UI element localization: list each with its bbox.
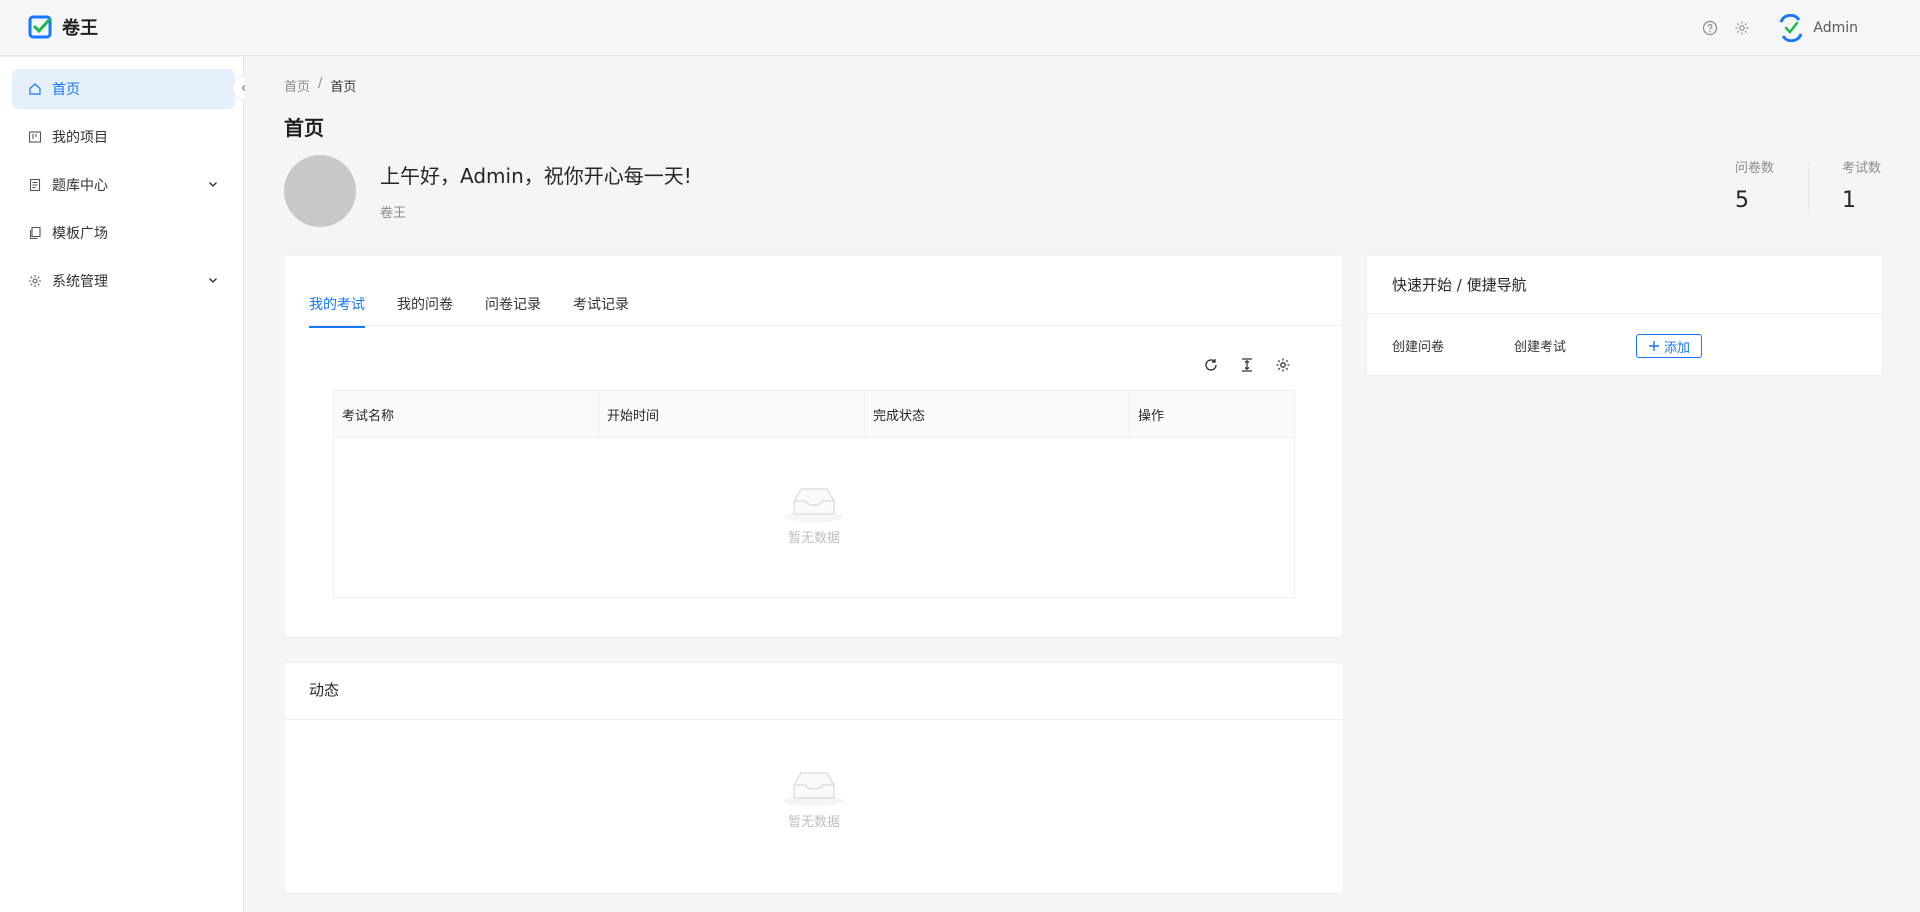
empty-state: 暂无数据 [334, 481, 1294, 546]
sidebar-item-label: 我的项目 [52, 130, 108, 146]
sidebar-item-question-bank[interactable]: 题库中心 [12, 165, 235, 205]
stat-value: 5 [1735, 188, 1749, 213]
sidebar-item-template-plaza[interactable]: 模板广场 [12, 213, 235, 253]
stat-divider [1808, 162, 1809, 212]
home-icon [28, 82, 42, 96]
tab-exam-records[interactable]: 考试记录 [573, 294, 629, 328]
top-header: 卷王 Admin [0, 0, 1920, 56]
project-board-icon [28, 130, 42, 144]
empty-inbox-icon [784, 772, 844, 806]
logo-icon [28, 15, 52, 39]
add-button[interactable]: 添加 [1636, 334, 1702, 358]
table-header: 考试名称 开始时间 完成状态 操作 [334, 391, 1294, 438]
sidebar-item-label: 首页 [52, 82, 80, 98]
chevron-down-icon [209, 278, 217, 283]
empty-text: 暂无数据 [787, 531, 840, 546]
sidebar-item-system-management[interactable]: 系统管理 [12, 261, 235, 301]
exam-card: 我的考试 我的问卷 问卷记录 考试记录 考试名称 开始时间 完成状态 操作 暂无… [284, 255, 1344, 638]
quick-start-card: 快速开始 / 便捷导航 创建问卷 创建考试 添加 [1366, 255, 1883, 376]
sidebar-item-label: 模板广场 [52, 226, 108, 242]
empty-inbox-icon [784, 488, 844, 522]
plus-icon [1648, 341, 1659, 351]
sidebar-item-my-projects[interactable]: 我的项目 [12, 117, 235, 157]
add-button-label: 添加 [1663, 340, 1690, 356]
card-title: 动态 [309, 681, 340, 699]
reload-icon[interactable] [1202, 356, 1220, 374]
settings-icon[interactable] [1274, 356, 1292, 374]
empty-state: 暂无数据 [285, 765, 1343, 830]
document-list-icon [28, 178, 42, 192]
copy-icon [28, 226, 42, 240]
stat-exam-count: 考试数 1 [1842, 157, 1881, 213]
help-icon[interactable] [1701, 19, 1719, 37]
sidebar: 首页 我的项目 题库中心 模板广场 系统管理 [0, 57, 244, 912]
user-name: Admin [1813, 20, 1858, 36]
tab-survey-records[interactable]: 问卷记录 [485, 294, 541, 328]
tabs-divider [309, 325, 1344, 326]
greeting-text: 上午好，Admin，祝你开心每一天! [380, 164, 692, 188]
stat-value: 1 [1842, 188, 1856, 213]
tab-my-exams[interactable]: 我的考试 [309, 294, 365, 328]
settings-gear-icon[interactable] [1733, 19, 1751, 37]
sidebar-item-label: 系统管理 [52, 274, 108, 290]
app-logo[interactable]: 卷王 [28, 14, 98, 40]
chevron-down-icon [209, 182, 217, 187]
breadcrumb-root[interactable]: 首页 [284, 76, 310, 95]
stat-label: 问卷数 [1735, 161, 1775, 176]
column-height-icon[interactable] [1238, 356, 1256, 374]
column-header[interactable]: 操作 [1130, 391, 1294, 437]
column-header[interactable]: 完成状态 [865, 391, 1130, 437]
create-survey-link[interactable]: 创建问卷 [1392, 336, 1444, 355]
user-menu[interactable]: Admin [1777, 14, 1858, 42]
exam-table: 考试名称 开始时间 完成状态 操作 暂无数据 [333, 390, 1295, 598]
app-title: 卷王 [62, 18, 98, 39]
column-header[interactable]: 开始时间 [599, 391, 865, 437]
breadcrumb-separator: / [318, 76, 323, 91]
column-header[interactable]: 考试名称 [334, 391, 599, 437]
sidebar-item-label: 题库中心 [52, 178, 108, 194]
stat-survey-count: 问卷数 5 [1735, 157, 1774, 213]
create-exam-link[interactable]: 创建考试 [1514, 336, 1566, 355]
user-avatar-icon [1779, 14, 1803, 42]
activity-card: 动态 暂无数据 [284, 662, 1344, 894]
gear-icon [28, 274, 42, 288]
table-toolbar [1202, 356, 1292, 374]
page-title: 首页 [284, 116, 324, 140]
breadcrumb: 首页 / 首页 [284, 76, 356, 95]
exam-tabs: 我的考试 我的问卷 问卷记录 考试记录 [309, 294, 629, 328]
sidebar-item-home[interactable]: 首页 [12, 69, 235, 109]
profile-subtitle: 卷王 [380, 206, 407, 221]
avatar [284, 155, 356, 227]
card-divider [285, 719, 1343, 720]
card-title: 快速开始 / 便捷导航 [1392, 276, 1527, 294]
tab-my-surveys[interactable]: 我的问卷 [397, 294, 453, 328]
empty-text: 暂无数据 [787, 815, 840, 830]
card-divider [1367, 313, 1882, 314]
breadcrumb-current: 首页 [330, 80, 357, 95]
stat-label: 考试数 [1842, 161, 1882, 176]
